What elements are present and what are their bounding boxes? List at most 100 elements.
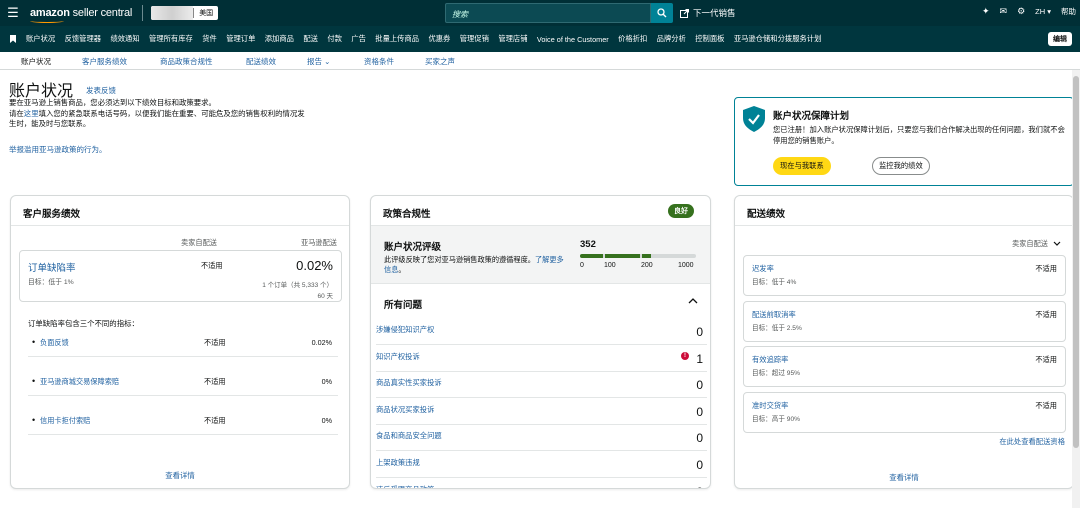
nav-item-4[interactable]: 货件	[202, 34, 217, 44]
issue-link[interactable]: 商品状况买家投诉	[376, 405, 434, 415]
protection-plan-card: 账户状况保障计划 您已注册！加入账户状况保障计划后，只要您与我们合作解决出现的任…	[734, 97, 1074, 186]
rating-bar-seg-1	[580, 254, 603, 258]
logo[interactable]: amazon seller central	[30, 7, 133, 23]
nav-item-16[interactable]: 品牌分析	[657, 34, 686, 44]
rating-desc-text: 此评级反映了您对亚马逊销售政策的遵循程度。	[384, 255, 535, 264]
nav-item-2[interactable]: 绩效通知	[110, 34, 139, 44]
search-input[interactable]: 搜索	[445, 3, 651, 23]
nav-item-6[interactable]: 添加商品	[265, 34, 294, 44]
nav-bar: 账户状况 反馈管理器 绩效通知 管理所有库存 货件 管理订单 添加商品 配送 付款 广告 批量上传商…	[0, 26, 1080, 52]
search-bar: 搜索	[445, 3, 673, 23]
search-button[interactable]	[651, 3, 673, 23]
metric-link[interactable]: 有效追踪率	[752, 355, 788, 365]
subnav-tab-0[interactable]: 账户状况	[21, 56, 51, 67]
nav-item-0[interactable]: 账户状况	[26, 34, 55, 44]
fulfillment-selector[interactable]: 卖家自配送	[1012, 239, 1061, 249]
issue-row: 违反受限商品政策 0	[376, 478, 707, 488]
nav-item-5[interactable]: 管理订单	[226, 34, 255, 44]
col-amazon-fulfilled: 亚马逊配送	[301, 238, 337, 247]
issue-count: 0	[696, 485, 703, 488]
nav-item-12[interactable]: 管理促销	[460, 34, 489, 44]
report-abuse-link[interactable]: 举报滥用亚马逊政策的行为。	[9, 144, 107, 155]
nav-item-9[interactable]: 广告	[351, 34, 366, 44]
issue-count: 0	[696, 378, 703, 393]
tick-1000: 1000	[678, 262, 694, 269]
issue-row: 知识产权投诉! 1	[376, 345, 707, 372]
tick-100: 100	[604, 262, 616, 269]
issue-count: 0	[696, 431, 703, 446]
nav-item-14[interactable]: Voice of the Customer	[537, 35, 609, 44]
nav-item-7[interactable]: 配送	[303, 34, 318, 44]
shipping-details-link[interactable]: 查看详情	[735, 472, 1073, 483]
bookmark-icon[interactable]	[0, 35, 26, 43]
subnav-tab-4[interactable]: 报告 ⌄	[307, 56, 330, 67]
subnav-tab-6[interactable]: 买家之声	[425, 56, 455, 67]
subnav-tab-5[interactable]: 资格条件	[364, 56, 394, 67]
nav-item-18[interactable]: 亚马逊仓储和分拨服务计划	[734, 34, 822, 44]
intro-suffix: 填入您的紧急联系电话号码，以便我们能在重要、可能危及您的销售权利的情况发生时，能…	[9, 108, 305, 129]
merchant-value: 不适用	[204, 416, 226, 425]
rating-bar	[580, 254, 696, 258]
issue-link[interactable]: 违反受限商品政策	[376, 485, 434, 488]
shipping-eligibility-link[interactable]: 在此处查看配送资格	[999, 437, 1065, 447]
scrollbar-thumb[interactable]	[1073, 76, 1079, 448]
protection-desc: 您已注册！加入账户状况保障计划后，只要您与我们合作解决出现的任何问题，我们就不会…	[773, 125, 1065, 145]
subnav-tab-2[interactable]: 商品政策合规性	[160, 56, 213, 67]
rating-desc: 此评级反映了您对亚马逊销售政策的遵循程度。了解更多信息。	[384, 255, 567, 275]
cs-details-link[interactable]: 查看详情	[11, 470, 349, 481]
nav-item-3[interactable]: 管理所有库存	[149, 34, 193, 44]
policy-title: 政策合规性 良好	[371, 196, 710, 226]
odr-orders: 1 个订单（共 5,333 个）	[262, 282, 333, 289]
odr-link[interactable]: 订单缺陷率	[28, 260, 76, 274]
metric-link[interactable]: 负面反馈	[40, 338, 69, 348]
search-icon	[657, 8, 667, 18]
nav-item-11[interactable]: 优惠券	[428, 34, 450, 44]
store-name-redacted	[151, 6, 194, 20]
metric-link[interactable]: 亚马逊商城交易保障索赔	[40, 377, 119, 387]
nav-item-13[interactable]: 管理店铺	[498, 34, 527, 44]
next-gen-selling-link[interactable]: 下一代销售	[680, 7, 736, 19]
help-link[interactable]: 帮助	[1061, 6, 1076, 17]
issue-link[interactable]: 食品和商品安全问题	[376, 431, 442, 441]
gear-icon[interactable]: ⚙	[1017, 6, 1025, 17]
metric-link[interactable]: 迟发率	[752, 264, 774, 274]
emergency-contact-link[interactable]: 这里	[24, 109, 39, 118]
chevron-up-icon[interactable]	[688, 296, 698, 307]
marketplace-selector[interactable]: 美国	[151, 6, 219, 20]
rating-bar-seg-2	[605, 254, 640, 258]
nav-item-15[interactable]: 价格折扣	[618, 34, 647, 44]
issue-link[interactable]: 知识产权投诉	[376, 352, 420, 362]
amazon-value: 0.02%	[311, 338, 332, 347]
contact-me-button[interactable]: 现在与我联系	[773, 157, 831, 175]
nav-item-8[interactable]: 付款	[327, 34, 342, 44]
divider	[142, 5, 144, 21]
nav-item-1[interactable]: 反馈管理器	[65, 34, 101, 44]
issue-link[interactable]: 上架政策违规	[376, 458, 420, 468]
subnav-tab-3[interactable]: 配送绩效	[246, 56, 276, 67]
issue-link[interactable]: 涉嫌侵犯知识产权	[376, 325, 434, 335]
metric-link[interactable]: 信用卡拒付索赔	[40, 416, 90, 426]
monitor-performance-button[interactable]: 监控我的绩效	[872, 157, 930, 175]
nav-item-17[interactable]: 控制面板	[695, 34, 724, 44]
metric-value: 不适用	[1035, 309, 1057, 319]
metric-value: 不适用	[1035, 264, 1057, 273]
metric-link[interactable]: 准时交货率	[752, 401, 788, 411]
edit-nav-button[interactable]: 编辑	[1048, 32, 1072, 46]
subnav-tab-1[interactable]: 客户服务绩效	[82, 56, 127, 67]
issue-count: 1	[696, 351, 703, 366]
metric-link[interactable]: 配送前取消率	[752, 310, 796, 320]
nav-item-10[interactable]: 批量上传商品	[375, 34, 419, 44]
mail-icon[interactable]: ✉	[1000, 6, 1008, 17]
issue-row: 上架政策违规 0	[376, 451, 707, 478]
language-selector[interactable]: ZH ▾	[1035, 7, 1051, 16]
feedback-link[interactable]: 发表反馈	[86, 85, 116, 96]
sparkle-icon[interactable]: ✦	[982, 6, 990, 17]
scrollbar[interactable]	[1072, 70, 1080, 508]
menu-icon[interactable]: ☰	[0, 5, 26, 21]
odr-metric-row: • 亚马逊商城交易保障索赔 不适用 0%	[28, 376, 338, 396]
issue-row: 商品状况买家投诉 0	[376, 398, 707, 425]
issue-link[interactable]: 商品真实性买家投诉	[376, 378, 442, 388]
metric-target: 目标：高于 90%	[752, 415, 800, 423]
logo-light: seller central	[69, 7, 133, 19]
odr-days: 60 天	[317, 293, 333, 300]
